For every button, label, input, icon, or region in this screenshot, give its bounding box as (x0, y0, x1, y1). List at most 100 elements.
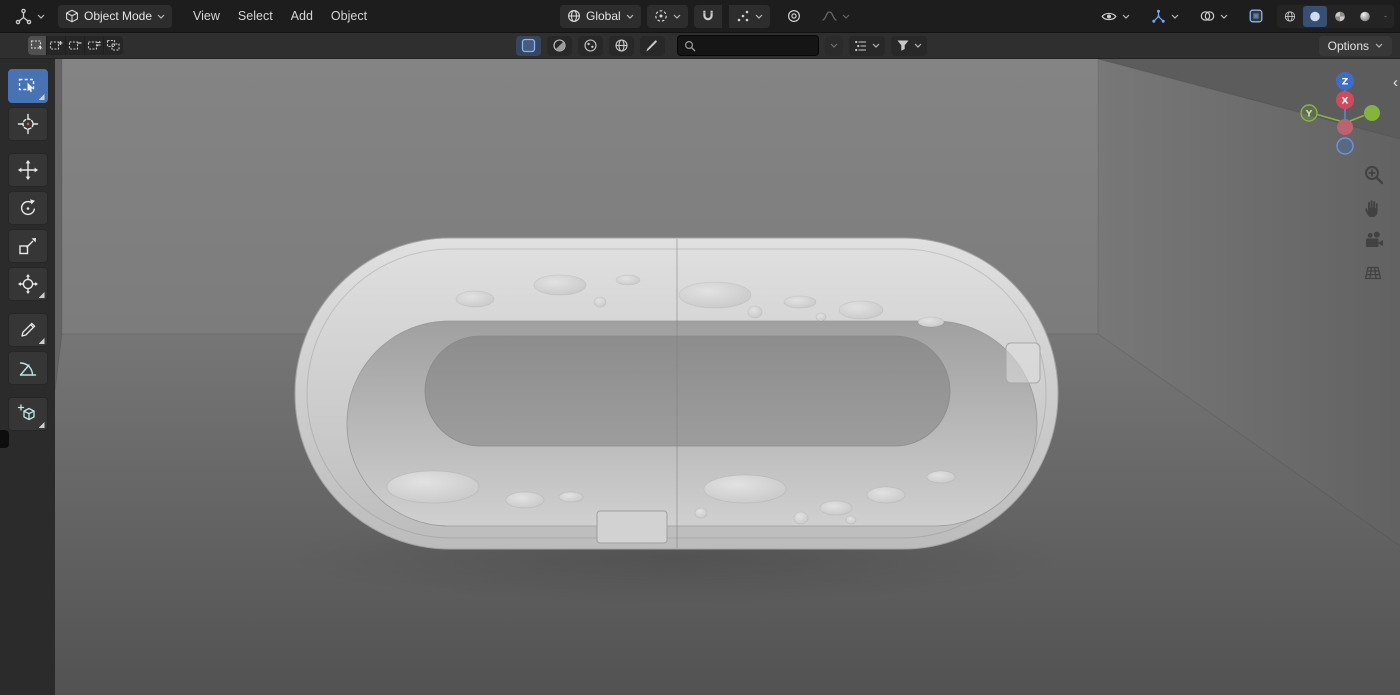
zoom-button[interactable] (1361, 162, 1387, 188)
tool-sidebar (0, 59, 55, 695)
snap-toggle[interactable] (694, 5, 722, 28)
select-mode-set[interactable] (28, 36, 47, 55)
snap-increment-icon (736, 9, 750, 23)
select-mode-intersect[interactable] (104, 36, 123, 55)
transform-orientation-dropdown[interactable]: Global (560, 5, 641, 28)
display-brush-toggle[interactable] (640, 36, 665, 56)
proportional-falloff-dropdown[interactable] (814, 5, 857, 28)
select-mode-subtract[interactable] (66, 36, 85, 55)
brush-icon (645, 38, 660, 53)
pan-hand-icon (1362, 196, 1386, 220)
display-world-toggle[interactable] (609, 36, 634, 56)
orientation-label: Global (586, 9, 621, 23)
editor-type-selector[interactable] (8, 5, 52, 28)
tool-cursor[interactable] (8, 107, 48, 141)
camera-view-icon (1362, 229, 1386, 253)
xray-toggle[interactable] (1242, 5, 1270, 28)
tool-scale[interactable] (8, 229, 48, 263)
options-button[interactable]: Options (1319, 36, 1392, 56)
mode-label: Object Mode (84, 9, 152, 23)
solid-sphere-icon (1309, 9, 1321, 24)
chevron-down-icon (626, 14, 634, 19)
editor-3d-viewport-icon (15, 8, 32, 25)
band-through-hole (425, 336, 950, 446)
shading-solid-button[interactable] (1303, 6, 1327, 27)
tool-annotate[interactable] (8, 313, 48, 347)
gizmos-icon (1151, 9, 1166, 24)
search-input[interactable] (701, 39, 812, 53)
shading-mode-group (1277, 5, 1394, 28)
snap-target-dropdown[interactable] (729, 5, 770, 28)
pan-hand-button[interactable] (1361, 195, 1387, 221)
display-mode-dropdown[interactable] (849, 36, 885, 56)
menu-select[interactable]: Select (229, 4, 282, 28)
menu-add[interactable]: Add (282, 4, 322, 28)
select-mode-group (28, 33, 123, 58)
options-label: Options (1328, 39, 1369, 53)
subtool-indicator (39, 422, 45, 428)
collection-dropdown[interactable] (825, 36, 843, 56)
proportional-editing-icon (787, 9, 801, 23)
axis-y-positive-ball[interactable] (1364, 105, 1380, 121)
filter-dropdown[interactable] (891, 36, 927, 56)
scale-icon (17, 235, 39, 257)
tool-transform[interactable] (8, 267, 48, 301)
axis-y-line (1317, 115, 1340, 122)
shading-wireframe-button[interactable] (1278, 6, 1302, 27)
axis-z-label: Z (1342, 78, 1349, 88)
axis-x-label: X (1342, 97, 1349, 107)
texture-box-icon (521, 38, 536, 53)
proportional-editing-toggle[interactable] (780, 5, 808, 28)
select-mode-invert[interactable] (85, 36, 104, 55)
overlays-dropdown[interactable] (1193, 5, 1235, 28)
select-mode-extend[interactable] (47, 36, 66, 55)
chevron-down-icon (157, 14, 165, 19)
visibility-dropdown[interactable] (1094, 5, 1137, 28)
axis-y-label: Y (1305, 110, 1313, 120)
region-corner[interactable] (0, 430, 9, 448)
display-matcap-toggle[interactable] (578, 36, 603, 56)
search-field[interactable] (677, 35, 819, 56)
sphere-icon (552, 38, 567, 53)
material-preview-sphere-icon (1334, 9, 1346, 24)
rendered-sphere-icon (1359, 9, 1371, 24)
select-subtract-icon (68, 39, 83, 52)
select-mode-segment (28, 36, 123, 55)
perspective-toggle-button[interactable] (1361, 260, 1387, 286)
tool-move[interactable] (8, 153, 48, 187)
collapse-panel-arrow[interactable]: ‹ (1393, 75, 1398, 90)
tool-select-box[interactable] (8, 69, 48, 103)
pivot-point-dropdown[interactable] (647, 5, 688, 28)
viewport-3d[interactable]: Z X Y ‹ (55, 59, 1400, 695)
shading-options-dropdown[interactable] (1378, 6, 1393, 27)
gizmos-dropdown[interactable] (1144, 5, 1186, 28)
globe-icon (567, 9, 581, 23)
menu-view[interactable]: View (184, 4, 229, 28)
falloff-curve-icon (821, 10, 837, 22)
annotate-pencil-icon (17, 319, 39, 341)
measure-icon (17, 357, 39, 379)
tool-add-cube[interactable] (8, 397, 48, 431)
menu-object[interactable]: Object (322, 4, 376, 28)
mode-selector[interactable]: Object Mode (58, 5, 172, 28)
tool-measure[interactable] (8, 351, 48, 385)
display-sphere-toggle[interactable] (547, 36, 572, 56)
subtool-indicator (39, 94, 45, 100)
camera-view-button[interactable] (1361, 228, 1387, 254)
shading-material-button[interactable] (1328, 6, 1352, 27)
axis-z-negative-ball[interactable] (1337, 138, 1353, 154)
matcap-sphere-icon (583, 38, 598, 53)
wireframe-sphere-icon (1284, 9, 1296, 24)
axis-x-negative-ball[interactable] (1337, 119, 1353, 135)
tool-rotate[interactable] (8, 191, 48, 225)
chevron-down-icon (1375, 43, 1383, 48)
model-wristband[interactable] (281, 238, 1071, 605)
navigation-gizmo[interactable]: Z X Y (1290, 68, 1400, 168)
display-texture-toggle[interactable] (516, 36, 541, 56)
chevron-down-icon (755, 14, 763, 19)
move-icon (17, 159, 39, 181)
shading-rendered-button[interactable] (1353, 6, 1377, 27)
visibility-eye-icon (1101, 11, 1117, 22)
side-module (1006, 343, 1040, 383)
scene-canvas[interactable] (55, 59, 1400, 695)
